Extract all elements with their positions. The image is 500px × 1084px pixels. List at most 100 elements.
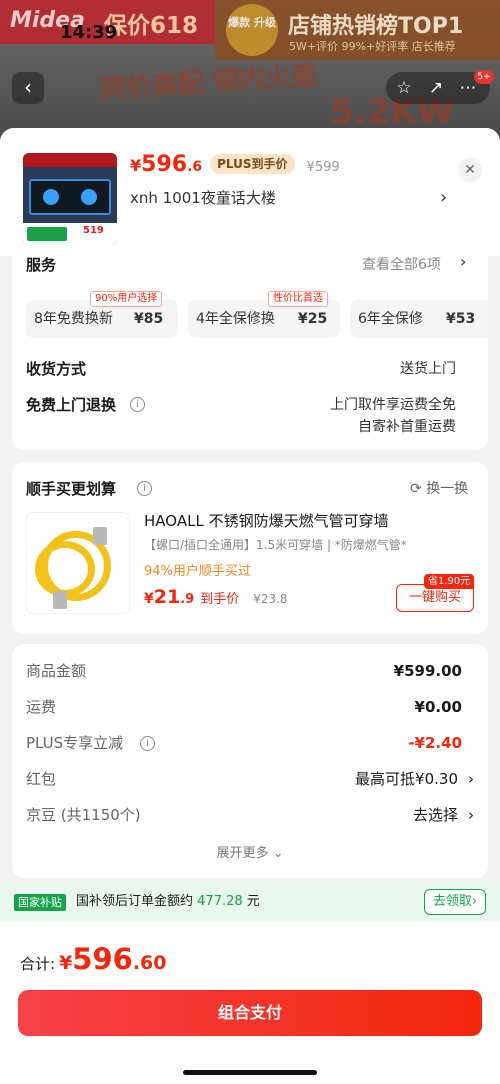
message-badge: 5+ xyxy=(474,70,494,84)
summary-row: 商品金额 ¥599.00 xyxy=(26,660,474,682)
service-option-price: ¥53 xyxy=(446,311,476,327)
sku-header: 519 ¥ 596 .6 PLUS到手价 ¥599 ✕ xnh 1001夜童话大… xyxy=(0,128,500,256)
summary-row: PLUS专享立减 i -¥2.40 xyxy=(26,732,474,754)
original-price: ¥23.8 xyxy=(253,592,288,606)
product-page-background: Midea 保价618 14:39 爆款 升级 店铺热销榜TOP1 5W+评价 … xyxy=(0,0,500,140)
summary-label: 京豆 (共1150个) xyxy=(26,806,141,824)
expand-more-button[interactable]: 展开更多 ⌄ xyxy=(12,842,488,861)
summary-value: ¥599.00 xyxy=(393,662,462,680)
chevron-right-icon: › xyxy=(468,806,474,824)
summary-row[interactable]: 京豆 (共1150个) 去选择 › xyxy=(26,804,474,826)
price-label: 到手价 xyxy=(200,592,240,607)
price-symbol: ¥ xyxy=(130,156,142,175)
service-option-name: 4年全保修换 xyxy=(196,311,275,327)
chevron-left-icon: ‹ xyxy=(24,75,32,99)
service-option[interactable]: 6年全保修 ¥53 xyxy=(350,300,488,338)
sku-price: ¥ 596 .6 PLUS到手价 ¥599 xyxy=(130,152,340,180)
bundle-price: ¥ 21 .9 到手价 ¥23.8 xyxy=(144,586,288,608)
summary-label: 红包 xyxy=(26,770,57,788)
subsidy-text: 国补领后订单金额约 477.28 元 xyxy=(76,892,260,912)
selected-address[interactable]: xnh 1001夜童话大楼 xyxy=(130,186,460,210)
close-button[interactable]: ✕ xyxy=(458,158,482,182)
service-option-tag: 性价比首选 xyxy=(268,291,328,307)
price-symbol: ¥ xyxy=(144,591,154,607)
total-integer: 596 xyxy=(72,942,133,976)
price-integer: 596 xyxy=(141,152,188,177)
summary-value: -¥2.40 xyxy=(408,734,462,752)
summary-row[interactable]: 红包 最高可抵¥0.30 › xyxy=(26,768,474,790)
summary-label: 运费 xyxy=(26,698,57,716)
service-card: 服务 查看全部6项 › 8年免费换新 ¥85 90%用户选择 4年全保修换 ¥2… xyxy=(12,228,488,450)
info-icon[interactable]: i xyxy=(130,397,145,412)
back-button[interactable]: ‹ xyxy=(12,72,44,104)
swap-label: 换一换 xyxy=(426,481,469,497)
subsidy-text-after: 元 xyxy=(246,894,260,909)
thumbnail-stove xyxy=(29,179,111,215)
bundle-product-name[interactable]: HAOALL 不锈钢防爆天燃气管可穿墙 xyxy=(144,510,474,531)
total-decimal: .60 xyxy=(132,952,167,974)
combined-pay-button[interactable]: 组合支付 xyxy=(18,990,482,1036)
hot-badge: 爆款 升级 xyxy=(226,4,278,56)
claim-subsidy-button[interactable]: 去领取› xyxy=(424,889,486,915)
promo-text: 保价618 xyxy=(104,13,199,39)
summary-value: 去选择 xyxy=(412,806,458,824)
claim-label: 去领取 xyxy=(432,894,472,909)
price-summary-card: 商品金额 ¥599.00 运费 ¥0.00 PLUS专享立减 i -¥2.40 … xyxy=(12,644,488,878)
bundle-product-image[interactable] xyxy=(26,512,130,614)
order-sheet: 519 ¥ 596 .6 PLUS到手价 ¥599 ✕ xnh 1001夜童话大… xyxy=(0,128,500,1084)
hose-coil xyxy=(35,541,95,597)
subsidy-amount: 477.28 xyxy=(197,894,243,909)
status-time: 14:39 xyxy=(60,22,118,43)
bundle-social-proof: 94%用户顺手买过 xyxy=(144,564,251,579)
free-return-line1: 上门取件享运费全免 xyxy=(330,397,456,413)
bundle-title: 顺手买更划算 xyxy=(26,480,117,498)
plus-price-badge: PLUS到手价 xyxy=(210,154,295,174)
service-option-name: 6年全保修 xyxy=(358,311,423,327)
home-indicator xyxy=(183,1070,317,1075)
info-icon[interactable]: i xyxy=(137,481,152,496)
price-decimal: .9 xyxy=(180,592,195,607)
thumbnail-banner xyxy=(23,153,117,167)
thumbnail-tag xyxy=(27,227,67,241)
expand-label: 展开更多 xyxy=(216,846,269,861)
rank-subtitle: 5W+评价 99%+好评率 店长推荐 xyxy=(289,40,456,53)
free-return-line2: 自寄补首重运费 xyxy=(358,419,456,435)
bundle-card: 顺手买更划算 i ⟳ 换一换 HAOALL 不锈钢防爆天燃气管可穿墙 【螺口/插… xyxy=(12,462,488,634)
chevron-down-icon: ⌄ xyxy=(272,846,284,861)
summary-label: 商品金额 xyxy=(26,662,87,680)
price-integer: 21 xyxy=(153,586,181,608)
save-tag: 省1.90元 xyxy=(424,574,475,589)
close-icon: ✕ xyxy=(464,162,476,178)
chevron-right-icon: › xyxy=(468,770,474,788)
price-decimal: .6 xyxy=(187,159,203,175)
free-return-label: 免费上门退换 xyxy=(26,396,117,414)
summary-row: 运费 ¥0.00 xyxy=(26,696,474,718)
view-all-services[interactable]: 查看全部6项 xyxy=(362,254,441,274)
delivery-label: 收货方式 xyxy=(26,360,87,378)
chevron-right-icon[interactable]: › xyxy=(440,186,447,210)
order-total: 合计: ¥ 596 .60 xyxy=(20,942,167,976)
delivery-value[interactable]: 送货上门 xyxy=(400,358,456,378)
service-title: 服务 xyxy=(26,256,57,274)
summary-value: ¥0.00 xyxy=(414,698,462,716)
star-icon[interactable]: ☆ xyxy=(392,76,416,100)
total-symbol: ¥ xyxy=(59,952,73,974)
summary-label: PLUS专享立减 xyxy=(26,734,124,752)
rank-title: 店铺热销榜TOP1 xyxy=(288,14,464,39)
chevron-right-icon: › xyxy=(471,894,478,909)
checkout-footer: 合计: ¥ 596 .60 组合支付 xyxy=(0,922,500,1084)
subsidy-tag: 国家补贴 xyxy=(14,894,66,911)
swap-button[interactable]: ⟳ 换一换 xyxy=(410,478,468,498)
share-icon[interactable]: ↗ xyxy=(424,76,448,100)
product-thumbnail: 519 xyxy=(23,153,117,245)
subsidy-text-before: 国补领后订单金额约 xyxy=(76,894,194,909)
refresh-icon: ⟳ xyxy=(410,481,422,497)
hose-fitting xyxy=(93,527,107,545)
original-price: ¥599 xyxy=(306,160,340,175)
info-icon[interactable]: i xyxy=(140,736,155,751)
service-option-tag: 90%用户选择 xyxy=(90,291,163,307)
flame-icon xyxy=(43,189,59,205)
bundle-product-spec: 【螺口/插口全通用】1.5米可穿墙 | *防爆燃气管* xyxy=(144,538,407,552)
flame-icon xyxy=(81,189,97,205)
summary-value: 最高可抵¥0.30 xyxy=(355,770,458,788)
